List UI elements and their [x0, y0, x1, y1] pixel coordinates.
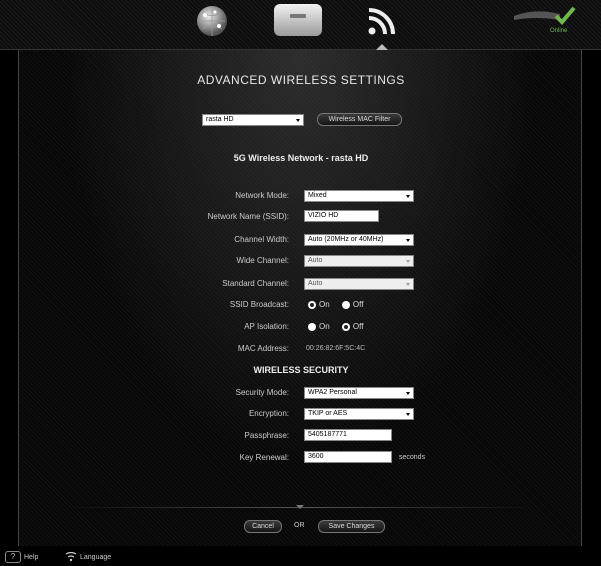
chevron-down-icon: [296, 119, 300, 122]
encryption-select[interactable]: TKIP or AES: [304, 408, 414, 420]
cancel-button[interactable]: Cancel: [244, 520, 282, 533]
chevron-down-icon: [406, 195, 410, 198]
language-link[interactable]: Language: [80, 554, 111, 561]
online-status-icon: [514, 6, 576, 25]
standard-channel-value: Auto: [308, 280, 323, 287]
ssid-field[interactable]: VIZIO HD: [304, 210, 379, 222]
network-heading: 5G Wireless Network - rasta HD: [233, 153, 369, 163]
key-renewal-unit: seconds: [399, 454, 426, 461]
network-select[interactable]: rasta HD: [202, 114, 304, 126]
security-heading: WIRELESS SECURITY: [253, 365, 349, 375]
divider-tick: [296, 505, 304, 509]
passphrase-label: Passphrase:: [244, 431, 289, 440]
mac-address-value: 00:26:82:6F:5C:4C: [306, 345, 366, 352]
ap-isolation-on-label: On: [319, 322, 330, 332]
language-icon[interactable]: [64, 552, 78, 562]
network-mode-select[interactable]: Mixed: [304, 190, 414, 202]
ap-isolation-radios: On Off: [308, 322, 373, 331]
ssid-broadcast-off-radio[interactable]: [341, 300, 350, 309]
chevron-down-icon: [406, 283, 410, 286]
ap-isolation-on-radio[interactable]: [308, 322, 316, 331]
key-renewal-field[interactable]: 3600: [304, 451, 392, 463]
security-mode-label: Security Mode:: [235, 388, 289, 397]
network-mode-value: Mixed: [308, 192, 327, 199]
security-mode-select[interactable]: WPA2 Personal: [304, 387, 414, 399]
ap-isolation-label: AP Isolation:: [244, 322, 289, 331]
channel-width-label: Channel Width:: [234, 235, 289, 244]
mac-address-label: MAC Address:: [237, 344, 289, 353]
globe-icon[interactable]: [193, 2, 231, 40]
help-icon[interactable]: ?: [5, 551, 21, 563]
page-title: ADVANCED WIRELESS SETTINGS: [197, 73, 405, 87]
wide-channel-select[interactable]: Auto: [304, 255, 414, 267]
security-mode-value: WPA2 Personal: [308, 389, 357, 396]
wifi-icon[interactable]: [363, 2, 399, 40]
top-nav-bar: Online: [0, 0, 601, 50]
network-select-value: rasta HD: [206, 116, 234, 123]
standard-channel-select[interactable]: Auto: [304, 278, 414, 290]
mac-filter-button[interactable]: Wireless MAC Filter: [317, 113, 402, 126]
ap-isolation-off-label: Off: [352, 322, 364, 332]
settings-panel: ADVANCED WIRELESS SETTINGS rasta HD Wire…: [18, 50, 582, 546]
key-renewal-label: Key Renewal:: [239, 453, 289, 462]
wide-channel-label: Wide Channel:: [236, 256, 289, 265]
standard-channel-label: Standard Channel:: [222, 279, 289, 288]
ssid-broadcast-label: SSID Broadcast:: [229, 300, 289, 309]
router-icon[interactable]: [272, 2, 324, 38]
chevron-down-icon: [406, 239, 410, 242]
encryption-label: Encryption:: [248, 409, 289, 418]
chevron-down-icon: [406, 392, 410, 395]
help-link[interactable]: Help: [24, 554, 38, 561]
footer: ? Help Language: [0, 551, 601, 566]
ssid-broadcast-off-label: Off: [352, 300, 364, 310]
chevron-down-icon: [406, 260, 410, 263]
ap-isolation-off-radio[interactable]: [341, 322, 350, 331]
save-changes-button[interactable]: Save Changes: [318, 520, 385, 533]
status-label: Online: [550, 28, 568, 34]
ssid-label: Network Name (SSID):: [207, 212, 289, 221]
passphrase-field[interactable]: 5405187771: [304, 429, 392, 441]
ssid-broadcast-radios: On Off: [308, 300, 373, 309]
ssid-broadcast-on-label: On: [319, 300, 330, 310]
ssid-broadcast-on-radio[interactable]: [308, 300, 316, 309]
network-mode-label: Network Mode:: [235, 191, 289, 200]
channel-width-value: Auto (20MHz or 40MHz): [308, 236, 384, 243]
encryption-value: TKIP or AES: [308, 410, 348, 417]
channel-width-select[interactable]: Auto (20MHz or 40MHz): [304, 234, 414, 246]
wide-channel-value: Auto: [308, 257, 323, 264]
chevron-down-icon: [406, 413, 410, 416]
or-label: OR: [294, 522, 305, 529]
